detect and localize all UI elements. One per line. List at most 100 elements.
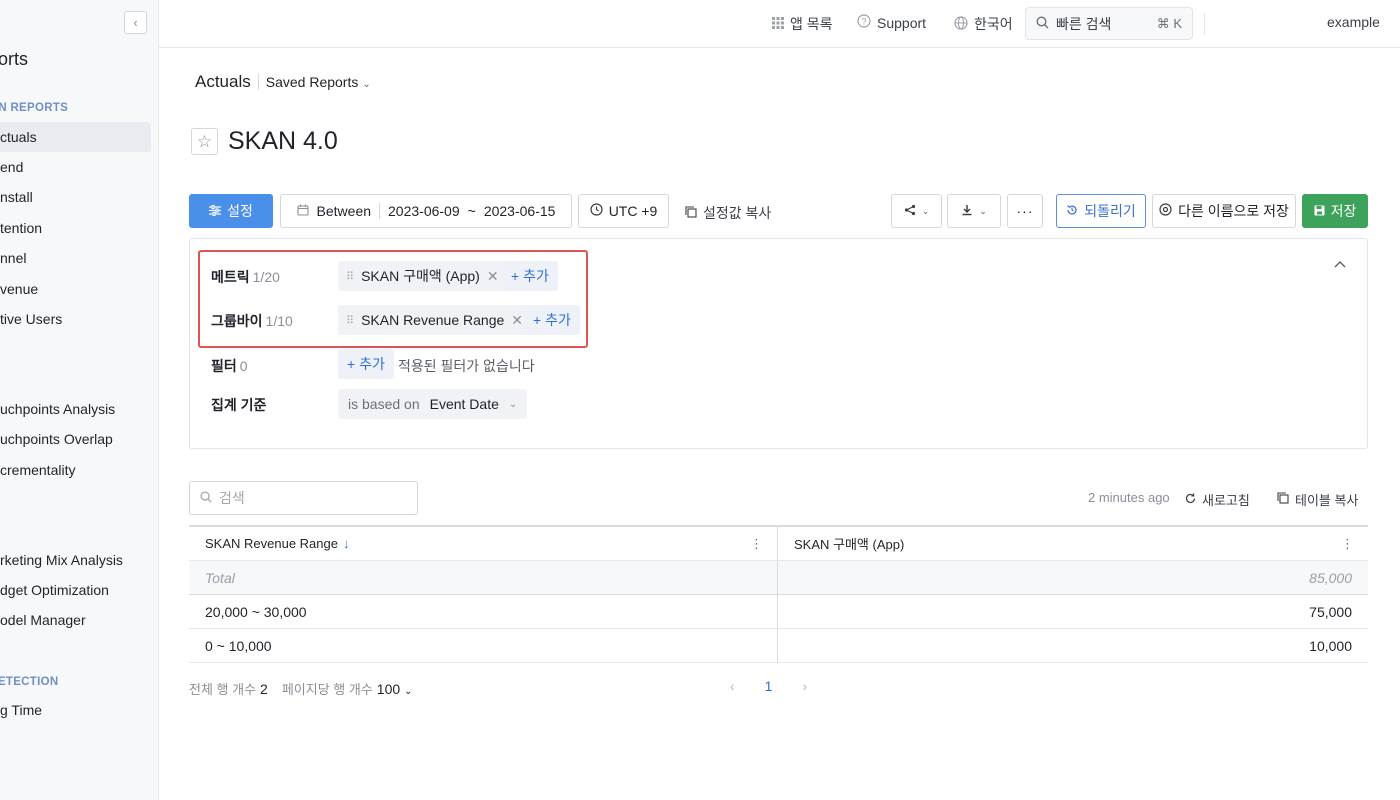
aggregate-basis-select[interactable]: is based on Event Date ⌄: [338, 389, 528, 419]
sidebar-item-trend[interactable]: end: [0, 152, 151, 182]
search-icon: [200, 490, 212, 506]
table-total-row: Total 85,000: [189, 561, 1368, 595]
shortcut-hint: ⌘ K: [1156, 15, 1182, 31]
column-menu-icon[interactable]: ⋮: [750, 536, 763, 552]
share-dropdown[interactable]: ⌄: [891, 194, 942, 228]
sidebar-item-model-manager[interactable]: odel Manager: [0, 605, 151, 635]
page-number[interactable]: 1: [765, 678, 773, 694]
table-cell: 10,000: [1309, 637, 1352, 654]
sidebar-item-install[interactable]: nstall: [0, 182, 151, 212]
groupby-chip[interactable]: ⠿ SKAN Revenue Range ✕: [338, 305, 531, 335]
column-menu-icon[interactable]: ⋮: [1341, 536, 1354, 552]
sidebar-item-marketing-mix-analysis[interactable]: rketing Mix Analysis: [0, 545, 151, 575]
sidebar-item-active-users[interactable]: tive Users: [0, 304, 151, 334]
top-bar: 앱 목록 ? Support 한국어 빠른 검색 ⌘ K example: [159, 0, 1400, 48]
drag-handle-icon[interactable]: ⠿: [346, 270, 354, 283]
rows-per-page-select[interactable]: 100 ⌄: [377, 681, 413, 697]
table-row: 0 ~ 10,000 10,000: [189, 629, 1368, 663]
sidebar-item-incrementality[interactable]: crementality: [0, 455, 151, 485]
total-label: Total: [189, 561, 778, 594]
star-icon: ☆: [196, 131, 213, 151]
last-updated: 2 minutes ago: [1088, 490, 1170, 505]
table-cell: 0 ~ 10,000: [189, 629, 778, 662]
copy-table-button[interactable]: 테이블 복사: [1277, 490, 1358, 509]
data-table: SKAN Revenue Range ↓ ⋮ SKAN 구매액 (App) ⋮ …: [189, 525, 1368, 663]
pagination-info: 전체 행 개수 2 페이지당 행 개수 100 ⌄: [189, 680, 413, 698]
total-value: 85,000: [1309, 569, 1352, 586]
globe-icon: [954, 15, 968, 33]
save-icon: [1314, 203, 1325, 219]
add-filter-button[interactable]: + 추가: [338, 349, 394, 379]
sidebar-section-campaign-reports: MPAIGN REPORTS: [0, 102, 69, 114]
history-icon: [1066, 203, 1078, 219]
column-header-purchase-amount[interactable]: SKAN 구매액 (App) ⋮: [778, 527, 1368, 560]
date-range-picker[interactable]: Between 2023-06-09 ~ 2023-06-15: [280, 194, 572, 228]
download-dropdown[interactable]: ⌄: [947, 194, 1001, 228]
total-rows: 2: [260, 680, 268, 697]
copy-settings-button[interactable]: 설정값 복사: [685, 203, 771, 223]
breadcrumb-current: Actuals: [195, 72, 251, 91]
chevron-down-icon: ⌄: [979, 205, 987, 216]
close-icon[interactable]: ✕: [487, 268, 499, 285]
support-link[interactable]: ? Support: [857, 14, 926, 31]
app-list-button[interactable]: 앱 목록: [772, 14, 833, 34]
divider: [379, 203, 381, 219]
page-title: SKAN 4.0: [228, 127, 338, 155]
breadcrumb: Actuals Saved Reports ⌄: [195, 72, 371, 92]
sidebar-item-budget-optimization[interactable]: dget Optimization: [0, 575, 151, 605]
date-start: 2023-06-09: [388, 203, 460, 219]
sidebar-item-retention[interactable]: tention: [0, 213, 151, 243]
search-icon: [1036, 15, 1049, 32]
save-button[interactable]: 저장: [1302, 194, 1368, 228]
sidebar-item-actuals[interactable]: ctuals: [0, 122, 151, 152]
metric-chip[interactable]: ⠿ SKAN 구매액 (App) ✕: [338, 261, 507, 291]
sidebar-item-touchpoints-overlap[interactable]: uchpoints Overlap: [0, 424, 151, 454]
add-groupby-button[interactable]: + 추가: [524, 305, 580, 335]
sidebar-item-funnel[interactable]: nnel: [0, 243, 151, 273]
column-header-revenue-range[interactable]: SKAN Revenue Range ↓ ⋮: [189, 527, 778, 560]
aggregate-label: 집계 기준: [211, 397, 267, 413]
settings-button[interactable]: 설정: [189, 194, 273, 228]
metric-label: 메트릭 1/20: [211, 269, 280, 285]
sidebar-item-revenue[interactable]: venue: [0, 274, 151, 304]
refresh-button[interactable]: 새로고침: [1185, 490, 1250, 509]
sidebar-item-touchpoints-analysis[interactable]: uchpoints Analysis: [0, 394, 151, 424]
date-tilde: ~: [467, 203, 476, 219]
metric-count: 1/20: [252, 269, 280, 285]
grid-icon: [772, 16, 784, 32]
timezone-button[interactable]: UTC +9: [578, 194, 669, 228]
search-input[interactable]: [219, 490, 389, 506]
table-cell: 75,000: [1309, 603, 1352, 620]
quick-search-button[interactable]: 빠른 검색 ⌘ K: [1025, 7, 1193, 40]
close-icon[interactable]: ✕: [511, 312, 523, 329]
save-as-button[interactable]: 다른 이름으로 저장: [1152, 194, 1296, 228]
sidebar-collapse-button[interactable]: ‹: [124, 11, 147, 34]
sort-desc-icon[interactable]: ↓: [343, 536, 350, 551]
pagination: ‹ 1 ›: [730, 678, 807, 694]
date-end: 2023-06-15: [483, 203, 556, 219]
add-metric-button[interactable]: + 추가: [502, 261, 558, 291]
next-page-icon[interactable]: ›: [802, 678, 807, 694]
help-circle-icon: ?: [857, 14, 871, 31]
share-icon: [904, 203, 916, 219]
filter-label: 필터 0: [211, 358, 248, 374]
chevron-up-icon[interactable]: [1334, 255, 1346, 271]
filter-empty-text: 적용된 필터가 없습니다: [398, 358, 535, 374]
table-search[interactable]: [189, 481, 418, 515]
more-options-button[interactable]: ···: [1007, 194, 1043, 228]
favorite-button[interactable]: ☆: [191, 128, 218, 155]
svg-text:?: ?: [861, 17, 866, 27]
saved-reports-dropdown[interactable]: Saved Reports ⌄: [266, 74, 371, 90]
sidebar-item-lag-time[interactable]: g Time: [0, 695, 151, 725]
sidebar: ‹ eports MPAIGN REPORTS ctuals end nstal…: [0, 0, 159, 800]
filter-count: 0: [239, 358, 248, 374]
revert-button[interactable]: 되돌리기: [1056, 194, 1146, 228]
prev-page-icon[interactable]: ‹: [730, 678, 735, 694]
divider: [1204, 13, 1205, 35]
chevron-down-icon: ⌄: [404, 685, 413, 697]
user-menu[interactable]: example: [1327, 14, 1380, 30]
groupby-count: 1/10: [265, 313, 293, 329]
drag-handle-icon[interactable]: ⠿: [346, 314, 354, 327]
sliders-icon: [209, 203, 222, 219]
language-selector[interactable]: 한국어: [954, 14, 1013, 34]
